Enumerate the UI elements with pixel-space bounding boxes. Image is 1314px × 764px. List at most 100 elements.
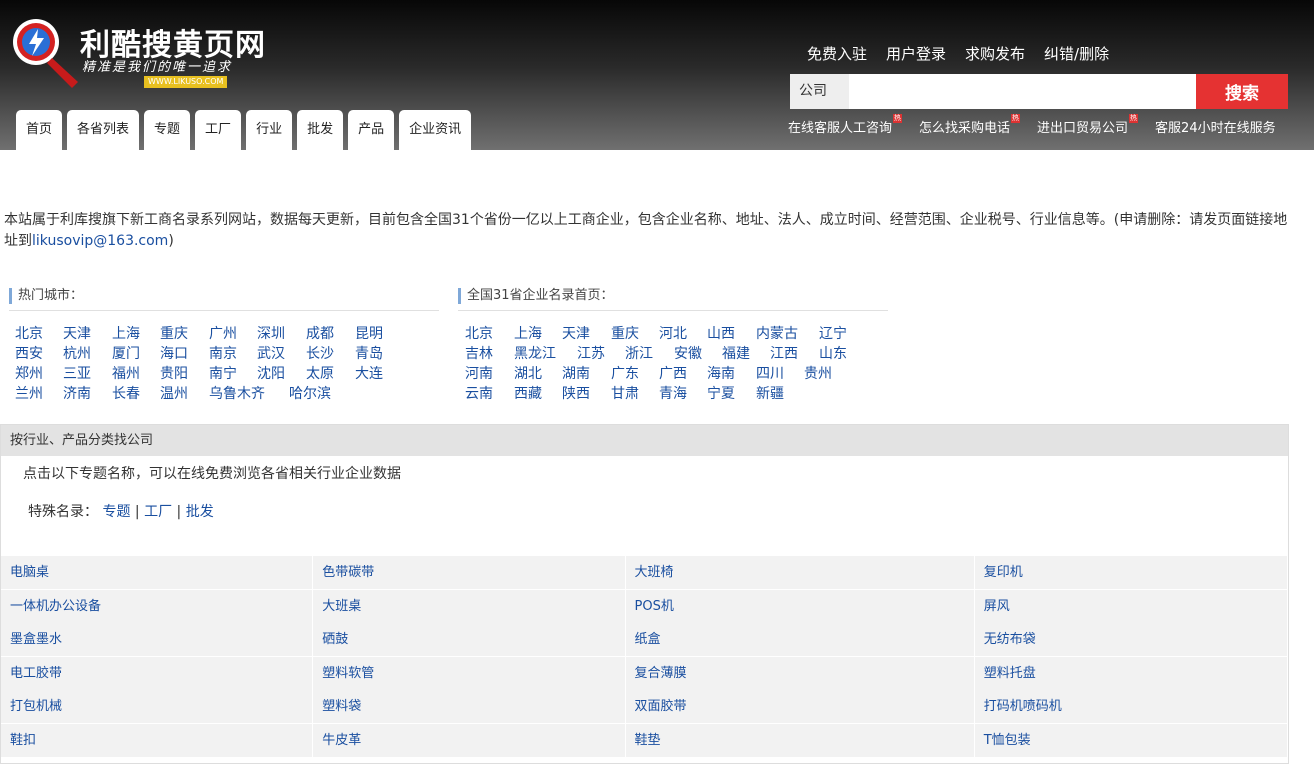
- category-link[interactable]: 硒鼓: [313, 623, 625, 657]
- category-link[interactable]: 大班桌: [313, 589, 625, 623]
- province-link[interactable]: 山东: [819, 343, 847, 363]
- province-link[interactable]: 甘肃: [611, 383, 639, 403]
- province-link[interactable]: 四川: [756, 363, 784, 383]
- province-link[interactable]: 内蒙古: [756, 323, 798, 343]
- province-link[interactable]: 湖北: [514, 363, 542, 383]
- special-link-topics[interactable]: 专题: [102, 504, 130, 520]
- city-link[interactable]: 大连: [355, 363, 383, 383]
- category-link[interactable]: 墨盒墨水: [1, 623, 313, 657]
- city-link[interactable]: 厦门: [112, 343, 140, 363]
- city-link[interactable]: 三亚: [63, 363, 91, 383]
- city-link[interactable]: 贵阳: [160, 363, 188, 383]
- tab-news[interactable]: 企业资讯: [399, 110, 472, 150]
- city-link[interactable]: 南京: [209, 343, 237, 363]
- province-link[interactable]: 青海: [659, 383, 687, 403]
- user-login-link[interactable]: 用户登录: [886, 43, 946, 64]
- category-link[interactable]: 双面胶带: [625, 690, 974, 724]
- province-link[interactable]: 宁夏: [707, 383, 735, 403]
- city-link[interactable]: 重庆: [160, 323, 188, 343]
- province-link[interactable]: 新疆: [756, 383, 784, 403]
- province-link[interactable]: 西藏: [514, 383, 542, 403]
- city-link[interactable]: 福州: [112, 363, 140, 383]
- province-link[interactable]: 湖南: [562, 363, 590, 383]
- city-link[interactable]: 长春: [112, 383, 140, 403]
- province-link[interactable]: 浙江: [625, 343, 653, 363]
- city-link[interactable]: 哈尔滨: [289, 383, 331, 403]
- province-link[interactable]: 福建: [722, 343, 750, 363]
- province-link[interactable]: 安徽: [674, 343, 702, 363]
- category-link[interactable]: 牛皮革: [313, 723, 625, 757]
- category-link[interactable]: 鞋扣: [1, 723, 313, 757]
- province-link[interactable]: 贵州: [804, 363, 832, 383]
- province-link[interactable]: 江西: [770, 343, 798, 363]
- city-link[interactable]: 武汉: [257, 343, 285, 363]
- category-link[interactable]: 打包机械: [1, 690, 313, 724]
- free-join-link[interactable]: 免费入驻: [807, 43, 867, 64]
- city-link[interactable]: 广州: [209, 323, 237, 343]
- category-link[interactable]: T恤包装: [974, 723, 1287, 757]
- category-link[interactable]: 塑料袋: [313, 690, 625, 724]
- category-link[interactable]: POS机: [625, 589, 974, 623]
- province-link[interactable]: 广西: [659, 363, 687, 383]
- city-link[interactable]: 太原: [306, 363, 334, 383]
- province-link[interactable]: 海南: [707, 363, 735, 383]
- city-link[interactable]: 海口: [160, 343, 188, 363]
- city-link[interactable]: 青岛: [355, 343, 383, 363]
- category-link[interactable]: 无纺布袋: [974, 623, 1287, 657]
- city-link[interactable]: 上海: [112, 323, 140, 343]
- hot-link-purchase-phone[interactable]: 怎么找采购电话热: [919, 114, 1021, 136]
- hot-link-import-export[interactable]: 进出口贸易公司热: [1037, 114, 1139, 136]
- province-link[interactable]: 黑龙江: [514, 343, 556, 363]
- tab-wholesale[interactable]: 批发: [297, 110, 344, 150]
- province-link[interactable]: 重庆: [611, 323, 639, 343]
- city-link[interactable]: 天津: [63, 323, 91, 343]
- province-link[interactable]: 河南: [465, 363, 493, 383]
- category-link[interactable]: 塑料软管: [313, 656, 625, 690]
- category-link[interactable]: 纸盒: [625, 623, 974, 657]
- city-link[interactable]: 温州: [160, 383, 188, 403]
- category-link[interactable]: 电工胶带: [1, 656, 313, 690]
- city-link[interactable]: 南宁: [209, 363, 237, 383]
- tab-factory[interactable]: 工厂: [195, 110, 242, 150]
- city-link[interactable]: 郑州: [15, 363, 43, 383]
- city-link[interactable]: 乌鲁木齐: [209, 383, 265, 403]
- city-link[interactable]: 沈阳: [257, 363, 285, 383]
- city-link[interactable]: 深圳: [257, 323, 285, 343]
- category-link[interactable]: 打码机喷码机: [974, 690, 1287, 724]
- search-button[interactable]: 搜索: [1196, 74, 1288, 109]
- special-link-factory[interactable]: 工厂: [144, 504, 172, 520]
- contact-email-link[interactable]: likusovip@163.com: [32, 233, 168, 249]
- hot-link-online-service[interactable]: 在线客服人工咨询热: [788, 114, 903, 136]
- tab-industry[interactable]: 行业: [246, 110, 293, 150]
- category-link[interactable]: 大班椅: [625, 556, 974, 589]
- city-link[interactable]: 西安: [15, 343, 43, 363]
- province-link[interactable]: 上海: [514, 323, 542, 343]
- province-link[interactable]: 北京: [465, 323, 493, 343]
- province-link[interactable]: 广东: [611, 363, 639, 383]
- category-link[interactable]: 复印机: [974, 556, 1287, 589]
- city-link[interactable]: 北京: [15, 323, 43, 343]
- category-link[interactable]: 电脑桌: [1, 556, 313, 589]
- category-link[interactable]: 色带碳带: [313, 556, 625, 589]
- city-link[interactable]: 济南: [63, 383, 91, 403]
- tab-topics[interactable]: 专题: [144, 110, 191, 150]
- city-link[interactable]: 长沙: [306, 343, 334, 363]
- province-link[interactable]: 山西: [707, 323, 735, 343]
- province-link[interactable]: 吉林: [465, 343, 493, 363]
- province-link[interactable]: 河北: [659, 323, 687, 343]
- province-link[interactable]: 江苏: [577, 343, 605, 363]
- category-link[interactable]: 一体机办公设备: [1, 589, 313, 623]
- tab-provinces[interactable]: 各省列表: [67, 110, 140, 150]
- search-type-label[interactable]: 公司: [790, 74, 849, 109]
- city-link[interactable]: 兰州: [15, 383, 43, 403]
- purchase-post-link[interactable]: 求购发布: [965, 43, 1025, 64]
- province-link[interactable]: 陕西: [562, 383, 590, 403]
- category-link[interactable]: 复合薄膜: [625, 656, 974, 690]
- category-link[interactable]: 塑料托盘: [974, 656, 1287, 690]
- category-link[interactable]: 屏风: [974, 589, 1287, 623]
- province-link[interactable]: 辽宁: [819, 323, 847, 343]
- special-link-wholesale[interactable]: 批发: [186, 504, 214, 520]
- province-link[interactable]: 云南: [465, 383, 493, 403]
- province-link[interactable]: 天津: [562, 323, 590, 343]
- city-link[interactable]: 昆明: [355, 323, 383, 343]
